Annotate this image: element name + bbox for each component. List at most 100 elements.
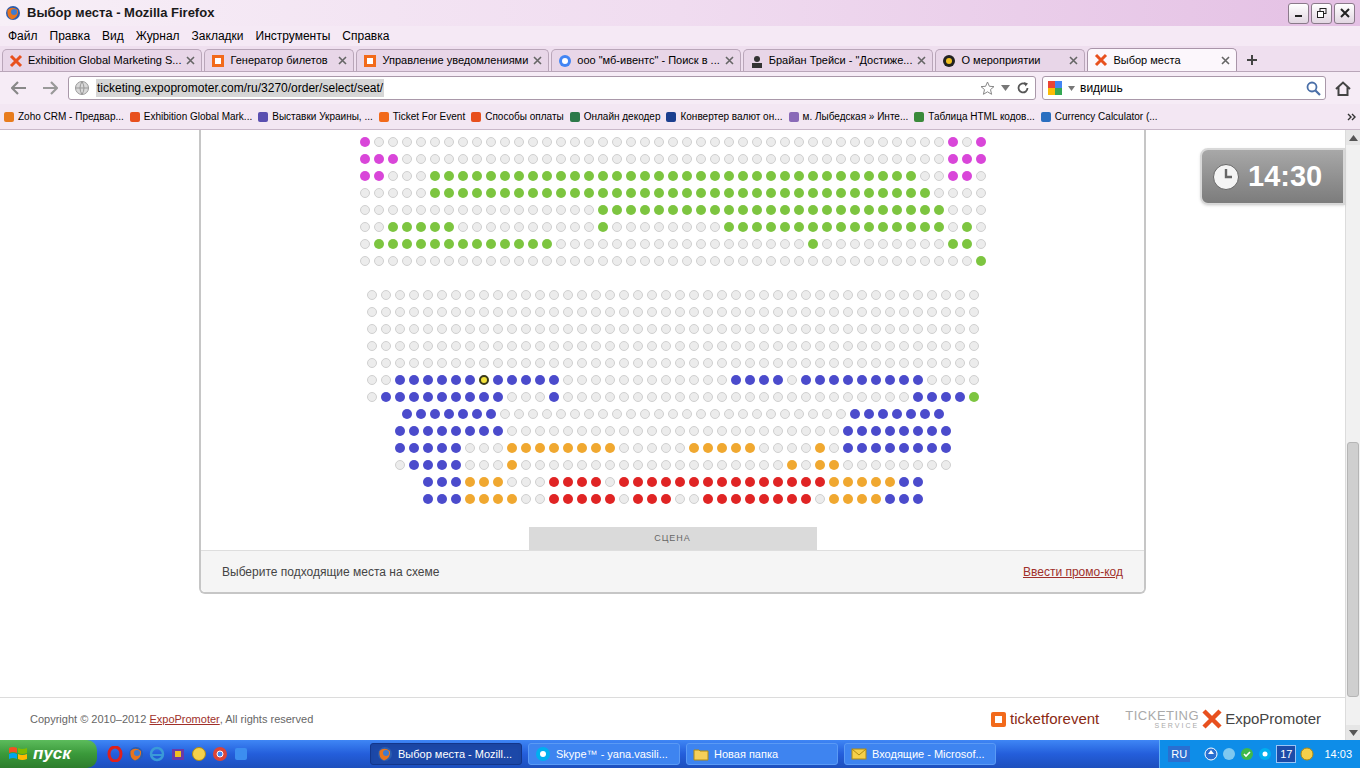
tab[interactable]: Управление уведомлениями <box>356 49 549 71</box>
seat[interactable] <box>507 460 517 470</box>
seat[interactable] <box>710 239 720 249</box>
seat[interactable] <box>598 409 608 419</box>
seat[interactable] <box>885 477 895 487</box>
seat[interactable] <box>899 375 909 385</box>
seat[interactable] <box>738 256 748 266</box>
seat[interactable] <box>514 409 524 419</box>
seat[interactable] <box>794 137 804 147</box>
seat[interactable] <box>941 290 951 300</box>
seat[interactable] <box>668 205 678 215</box>
seat[interactable] <box>808 205 818 215</box>
seat[interactable] <box>899 358 909 368</box>
seat[interactable] <box>514 188 524 198</box>
seat[interactable] <box>535 460 545 470</box>
seat[interactable] <box>822 188 832 198</box>
seat[interactable] <box>731 307 741 317</box>
seat[interactable] <box>864 239 874 249</box>
seat[interactable] <box>885 460 895 470</box>
seat[interactable] <box>360 154 370 164</box>
seat[interactable] <box>444 239 454 249</box>
seat[interactable] <box>640 171 650 181</box>
bookmark-label[interactable]: Ticket For Event <box>393 109 465 124</box>
seat[interactable] <box>584 188 594 198</box>
tab-label[interactable]: Управление уведомлениями <box>382 52 528 69</box>
seat[interactable] <box>899 324 909 334</box>
close-tab-icon[interactable] <box>533 56 542 65</box>
seat[interactable] <box>528 137 538 147</box>
seat[interactable] <box>829 324 839 334</box>
seat[interactable] <box>444 137 454 147</box>
seat[interactable] <box>451 477 461 487</box>
bookmark-label[interactable]: Выставки Украины, ... <box>272 109 373 124</box>
seat[interactable] <box>920 171 930 181</box>
seat[interactable] <box>444 222 454 232</box>
seat[interactable] <box>577 460 587 470</box>
seat[interactable] <box>710 137 720 147</box>
quick-launch-icon[interactable] <box>149 746 165 762</box>
seat[interactable] <box>598 137 608 147</box>
seat[interactable] <box>528 154 538 164</box>
seat[interactable] <box>626 171 636 181</box>
seat[interactable] <box>451 426 461 436</box>
seat[interactable] <box>549 341 559 351</box>
seat[interactable] <box>955 341 965 351</box>
seat[interactable] <box>794 409 804 419</box>
seat[interactable] <box>843 494 853 504</box>
seat[interactable] <box>556 409 566 419</box>
menu-item[interactable]: Вид <box>96 27 130 45</box>
seat[interactable] <box>619 307 629 317</box>
seat[interactable] <box>647 375 657 385</box>
seat[interactable] <box>458 256 468 266</box>
seat[interactable] <box>563 392 573 402</box>
seat[interactable] <box>871 392 881 402</box>
seat[interactable] <box>661 392 671 402</box>
task-button[interactable]: Новая папка <box>686 743 838 765</box>
seat[interactable] <box>710 188 720 198</box>
seat[interactable] <box>360 239 370 249</box>
seat[interactable] <box>731 426 741 436</box>
seat[interactable] <box>472 222 482 232</box>
seat[interactable] <box>360 171 370 181</box>
seat[interactable] <box>374 205 384 215</box>
seat[interactable] <box>647 341 657 351</box>
seat[interactable] <box>836 154 846 164</box>
seat[interactable] <box>808 188 818 198</box>
seat[interactable] <box>521 307 531 317</box>
seat[interactable] <box>955 290 965 300</box>
seat[interactable] <box>857 460 867 470</box>
seat[interactable] <box>423 392 433 402</box>
seat[interactable] <box>682 188 692 198</box>
tab-label[interactable]: ооо "мб-ивентс" - Поиск в ... <box>577 52 719 69</box>
seat[interactable] <box>717 426 727 436</box>
seat[interactable] <box>465 290 475 300</box>
seat[interactable] <box>605 392 615 402</box>
seat[interactable] <box>766 205 776 215</box>
seat[interactable] <box>472 137 482 147</box>
seat[interactable] <box>514 154 524 164</box>
seat[interactable] <box>927 307 937 317</box>
seat[interactable] <box>822 205 832 215</box>
seat[interactable] <box>731 341 741 351</box>
seat[interactable] <box>633 392 643 402</box>
seat[interactable] <box>458 205 468 215</box>
seat[interactable] <box>458 154 468 164</box>
seat[interactable] <box>717 443 727 453</box>
seat[interactable] <box>626 188 636 198</box>
seat[interactable] <box>934 171 944 181</box>
bookmark-label[interactable]: Таблица HTML кодов... <box>928 109 1035 124</box>
seat[interactable] <box>381 324 391 334</box>
close-icon[interactable] <box>1334 3 1355 24</box>
seat[interactable] <box>920 137 930 147</box>
seat[interactable] <box>906 137 916 147</box>
seat[interactable] <box>731 324 741 334</box>
seat[interactable] <box>787 307 797 317</box>
scroll-up-icon[interactable] <box>1346 130 1360 145</box>
seat[interactable] <box>416 409 426 419</box>
seat[interactable] <box>472 239 482 249</box>
seat[interactable] <box>794 222 804 232</box>
seat[interactable] <box>395 307 405 317</box>
tab[interactable]: Брайан Трейси - "Достиже... <box>743 49 934 71</box>
seat[interactable] <box>374 222 384 232</box>
seat[interactable] <box>661 341 671 351</box>
seat[interactable] <box>976 256 986 266</box>
